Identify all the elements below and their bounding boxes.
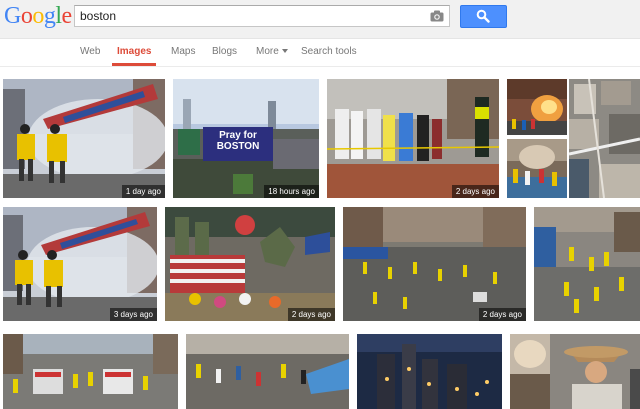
camera-icon[interactable] xyxy=(430,10,444,22)
image-result[interactable] xyxy=(510,334,640,409)
logo-letter: G xyxy=(4,3,21,29)
image-result[interactable] xyxy=(507,139,567,198)
image-thumbnail xyxy=(3,79,165,198)
image-thumbnail xyxy=(507,79,567,135)
search-input[interactable] xyxy=(80,8,410,24)
top-bar: Google xyxy=(0,0,640,39)
search-tools-button[interactable]: Search tools xyxy=(301,46,357,57)
image-result[interactable] xyxy=(3,334,178,409)
logo-letter: g xyxy=(43,3,56,29)
image-age-badge: 18 hours ago xyxy=(264,185,319,198)
image-age-badge: 1 day ago xyxy=(121,185,165,198)
search-box[interactable] xyxy=(74,5,450,27)
tab-web[interactable]: Web xyxy=(80,46,100,57)
image-result[interactable] xyxy=(534,207,640,321)
image-thumbnail xyxy=(3,207,157,321)
chevron-down-icon xyxy=(281,49,288,54)
image-result[interactable]: 2 days ago xyxy=(343,207,526,321)
image-result[interactable] xyxy=(507,79,567,135)
image-thumbnail xyxy=(327,79,499,198)
tab-more[interactable]: More xyxy=(256,46,288,57)
image-thumbnail xyxy=(510,334,640,409)
search-button[interactable] xyxy=(460,5,507,28)
image-age-badge: 3 days ago xyxy=(109,308,157,321)
sign-text: Pray for BOSTON xyxy=(216,130,260,152)
image-result[interactable]: 1 day ago xyxy=(3,79,165,198)
image-thumbnail xyxy=(357,334,502,409)
search-icon xyxy=(476,9,490,23)
image-thumbnail xyxy=(569,79,640,198)
image-thumbnail xyxy=(3,334,178,409)
tab-blogs[interactable]: Blogs xyxy=(212,46,237,57)
image-result[interactable]: Pray for BOSTON 18 hours ago xyxy=(173,79,319,198)
tab-images[interactable]: Images xyxy=(117,46,151,57)
image-age-badge: 2 days ago xyxy=(287,308,335,321)
logo-letter: o xyxy=(32,3,44,29)
logo-letter: o xyxy=(20,3,33,29)
image-result[interactable]: 2 days ago xyxy=(327,79,499,198)
tab-maps[interactable]: Maps xyxy=(171,46,195,57)
image-thumbnail xyxy=(534,207,640,321)
active-tab-indicator xyxy=(112,63,156,66)
image-result[interactable] xyxy=(569,79,640,198)
image-thumbnail xyxy=(507,139,567,198)
image-result[interactable]: 2 days ago xyxy=(165,207,335,321)
logo-letter: e xyxy=(61,3,73,29)
image-thumbnail xyxy=(343,207,526,321)
image-thumbnail xyxy=(165,207,335,321)
image-age-badge: 2 days ago xyxy=(451,185,499,198)
google-logo[interactable]: Google xyxy=(4,3,72,29)
image-result[interactable] xyxy=(357,334,502,409)
image-result[interactable]: 3 days ago xyxy=(3,207,157,321)
tab-more-label: More xyxy=(256,46,279,57)
search-nav: Web Images Maps Blogs More Search tools xyxy=(0,39,640,67)
image-age-badge: 2 days ago xyxy=(478,308,526,321)
image-thumbnail xyxy=(186,334,349,409)
image-result[interactable] xyxy=(186,334,349,409)
